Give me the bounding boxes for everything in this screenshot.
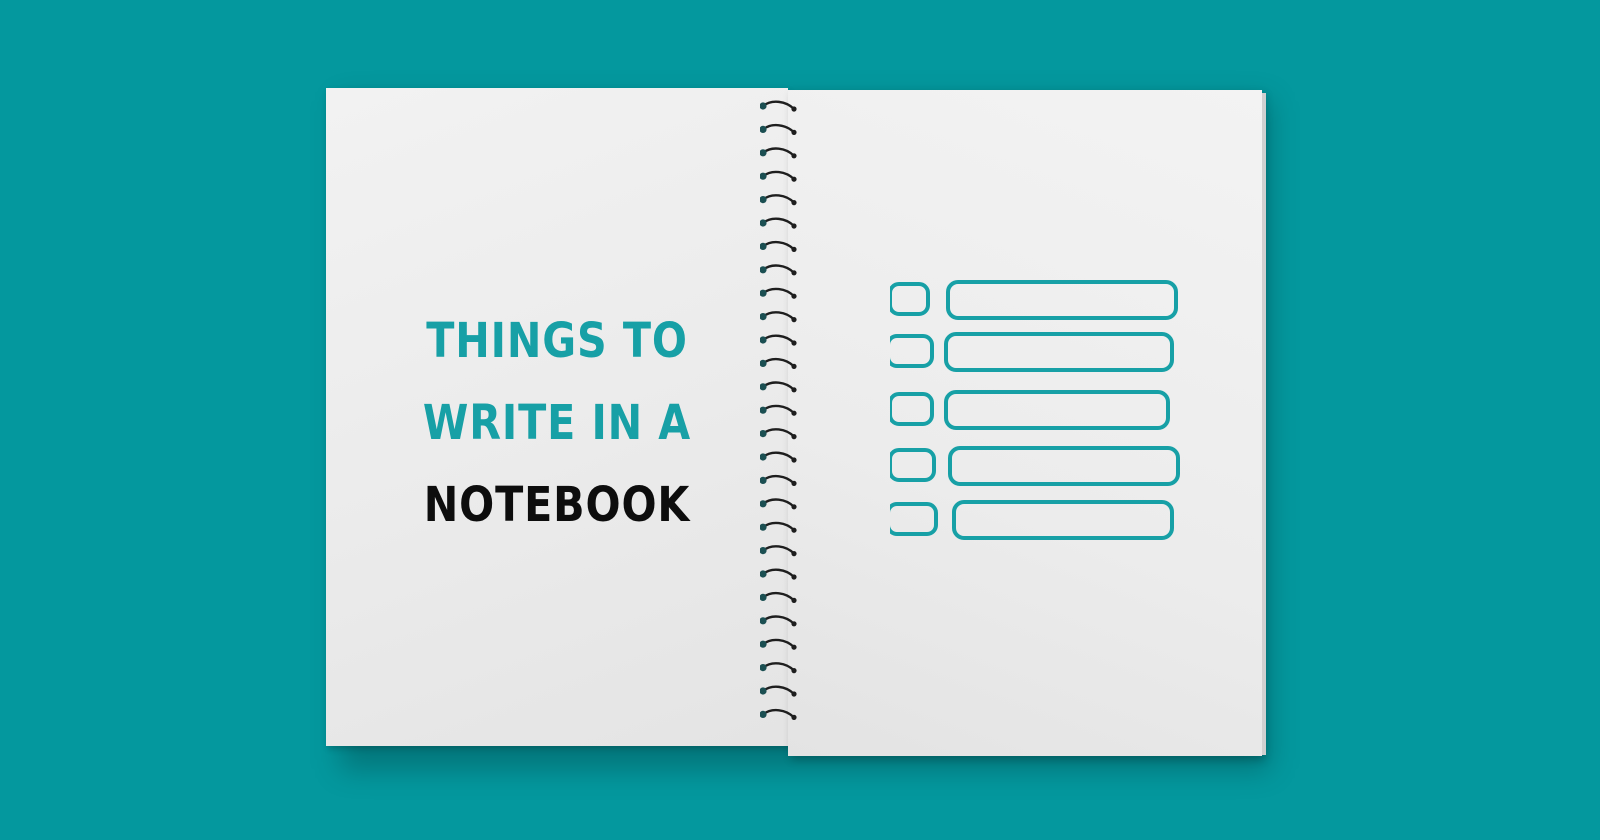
spiral-ring bbox=[760, 568, 797, 580]
text-line-icon bbox=[944, 390, 1170, 430]
title-line-1: THINGS TO bbox=[426, 313, 688, 369]
spiral-ring bbox=[760, 217, 797, 229]
text-line-icon bbox=[948, 446, 1180, 486]
spiral-ring bbox=[760, 264, 797, 276]
spiral-ring bbox=[760, 638, 797, 650]
checkbox-icon bbox=[890, 502, 938, 536]
spiral-ring bbox=[760, 498, 797, 510]
spiral-ring bbox=[760, 685, 797, 697]
text-line-icon bbox=[952, 500, 1174, 540]
checkbox-icon bbox=[890, 392, 934, 426]
checkbox-icon bbox=[890, 448, 936, 482]
spiral-ring bbox=[760, 123, 797, 135]
spiral-ring bbox=[760, 615, 797, 627]
spiral-ring bbox=[760, 381, 797, 393]
spiral-ring bbox=[760, 287, 797, 299]
spiral-ring bbox=[760, 428, 797, 440]
spiral-ring bbox=[760, 357, 797, 369]
checklist-icon bbox=[890, 280, 1180, 540]
checkbox-icon bbox=[890, 334, 934, 368]
spiral-ring bbox=[760, 474, 797, 486]
title-line-3: NOTEBOOK bbox=[423, 477, 691, 533]
checkbox-icon bbox=[890, 282, 930, 316]
spiral-ring bbox=[760, 451, 797, 463]
spiral-ring bbox=[760, 404, 797, 416]
spiral-ring bbox=[760, 240, 797, 252]
text-line-icon bbox=[946, 280, 1178, 320]
spiral-ring bbox=[760, 170, 797, 182]
spiral-ring bbox=[760, 100, 797, 112]
spiral-ring bbox=[760, 708, 797, 721]
title-line-2: WRITE IN A bbox=[422, 395, 692, 451]
spiral-ring bbox=[760, 194, 797, 206]
spiral-ring bbox=[760, 591, 797, 603]
spiral-ring bbox=[760, 311, 797, 323]
text-line-icon bbox=[944, 332, 1174, 372]
spiral-ring bbox=[760, 521, 797, 533]
spiral-ring bbox=[760, 147, 797, 159]
spiral-ring bbox=[760, 334, 797, 346]
spiral-ring bbox=[760, 545, 797, 557]
page-title: THINGS TO WRITE IN A NOTEBOOK bbox=[358, 300, 755, 546]
spiral-binding-icon bbox=[760, 100, 797, 721]
spiral-ring bbox=[760, 662, 797, 674]
